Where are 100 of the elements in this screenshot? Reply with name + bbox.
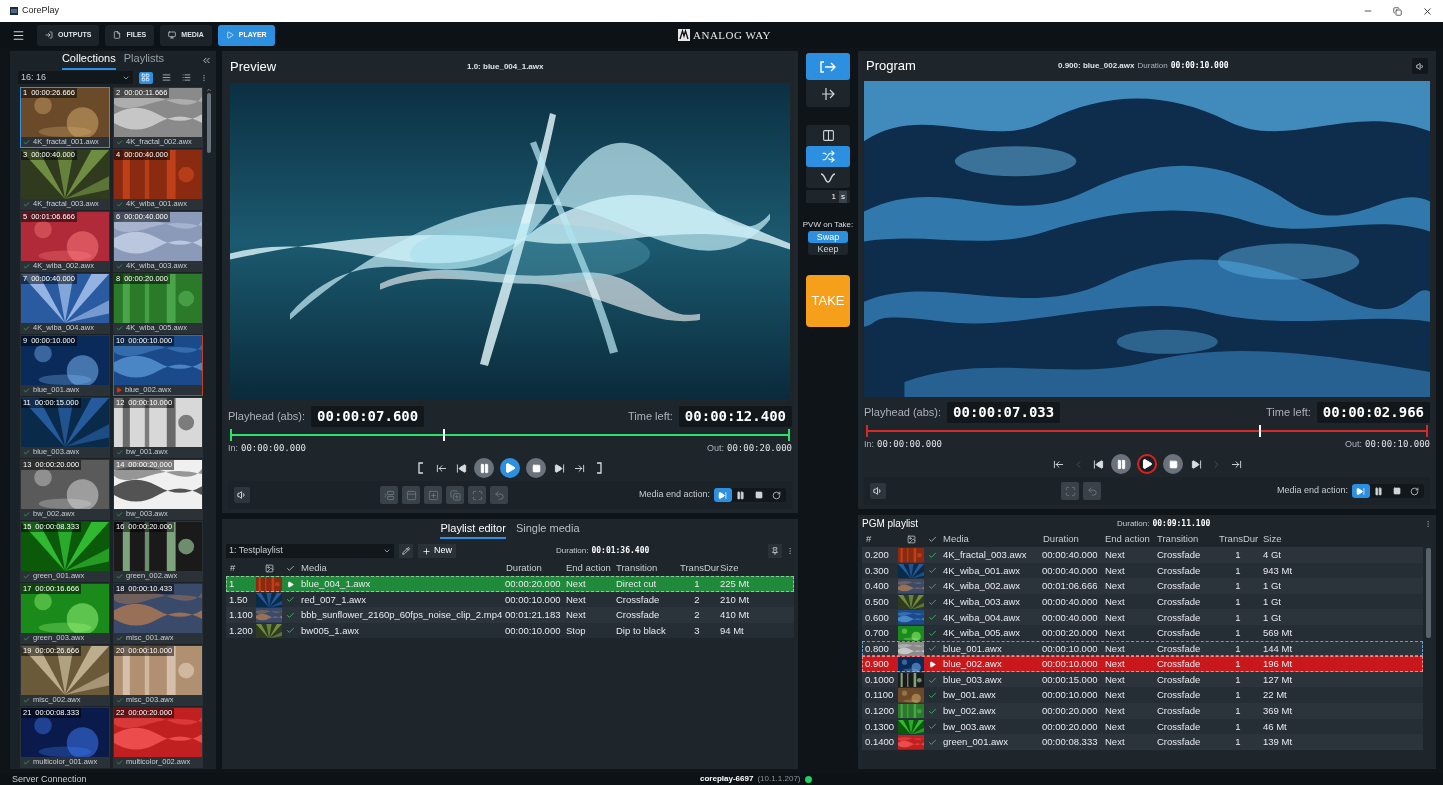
monitor-icon — [168, 31, 177, 39]
pause-icon — [736, 490, 746, 500]
table-cell-text: 00:00:20.000 — [1041, 626, 1099, 641]
column-header[interactable]: Media — [940, 532, 1040, 547]
column-header[interactable]: # — [862, 532, 898, 547]
duration-field[interactable]: 1 — [831, 190, 836, 203]
table-cell-text: 196 Mt — [1262, 657, 1294, 672]
library-tab[interactable]: Collections — [61, 51, 116, 70]
view-button[interactable] — [159, 71, 174, 84]
playlist-row[interactable]: 0.1400 green_001.awx 00:00:08.333 Next Crossfade 1 139 Mt — [862, 734, 1423, 750]
scroll-up-icon[interactable] — [206, 87, 212, 93]
timeline-track[interactable] — [230, 429, 790, 441]
playlist-row[interactable]: 0.200 4K_fractal_003.awx 00:00:40.000 Next Crossfade 1 4 Gt — [862, 547, 1423, 563]
table-cell-text: 4K_wiba_002.awx — [942, 579, 1022, 594]
view-button[interactable] — [138, 71, 154, 84]
playhead-handle[interactable] — [1258, 425, 1261, 437]
next-action-button[interactable] — [1352, 484, 1370, 498]
column-header[interactable]: Size — [1260, 532, 1423, 547]
table-cell-text: Next — [1104, 719, 1126, 734]
clip-name: 0.900: blue_002.awx — [1058, 60, 1135, 72]
play-button[interactable] — [500, 458, 520, 478]
column-header[interactable]: Duration — [1040, 532, 1102, 547]
playlist-row[interactable]: 0.1100 bw_001.awx 00:00:10.000 Next Crossfade 1 22 Mt — [862, 687, 1423, 703]
column-header[interactable]: End action — [563, 561, 613, 576]
table-cell-text: Crossfade — [615, 608, 661, 623]
more-icon[interactable] — [1424, 519, 1432, 528]
dip-curve-icon — [820, 171, 836, 184]
column-header[interactable]: Duration — [503, 561, 563, 576]
left-bracket-icon — [418, 462, 424, 474]
check-icon — [23, 758, 30, 766]
grid-icon — [141, 73, 151, 82]
pvw-option[interactable]: Keep — [808, 243, 848, 255]
volume-button[interactable] — [234, 487, 250, 503]
panel-title: Preview — [230, 58, 277, 77]
playlist-row[interactable]: 1 blue_004_1.awx 00:00:20.000 Next Direct cut 1 225 Mt — [226, 576, 794, 592]
table-cell-text: 0.1300 — [864, 719, 896, 734]
volume-button[interactable] — [870, 483, 886, 499]
column-header[interactable]: Transition — [1154, 532, 1216, 547]
table-cell-text: 00:00:40.000 — [1041, 548, 1099, 563]
table-cell-text: 0.300 — [864, 563, 890, 578]
next-action-button[interactable] — [714, 488, 732, 502]
playlist-row[interactable]: 0.1000 blue_003.awx 00:00:15.000 Next Crossfade 1 127 Mt — [862, 671, 1423, 688]
undo-icon — [493, 489, 505, 501]
stop-button[interactable] — [526, 458, 546, 478]
play-button[interactable] — [1137, 454, 1157, 474]
table-cell-text: Direct cut — [615, 577, 658, 592]
pause-button[interactable] — [474, 458, 494, 478]
time-left-label: Time left: — [628, 408, 673, 424]
editor-tab[interactable]: Playlist editor — [440, 519, 506, 539]
playlist-row[interactable]: 1.100 bbb_sunflower_2160p_60fps_noise_clip_2.mp4 00:01:21.183 Next Crossfade 2 410 Mt — [226, 607, 794, 623]
pause-button[interactable] — [1111, 454, 1131, 474]
image-icon — [906, 535, 916, 544]
close-icon[interactable] — [1422, 5, 1433, 17]
playlist-row[interactable]: 0.900 blue_002.awx 00:00:10.000 Next Crossfade 1 196 Mt — [862, 656, 1423, 672]
more-icon[interactable] — [200, 73, 208, 82]
playhead-time: 00:00:07.033 — [947, 401, 1061, 423]
table-cell-text: 943 Mt — [1262, 563, 1294, 578]
menu-icon[interactable] — [12, 28, 25, 42]
table-cell-text: Next — [1104, 672, 1126, 687]
pin-button[interactable] — [768, 544, 782, 558]
table-cell-text: 127 Mt — [1262, 672, 1294, 687]
panel-icon — [405, 489, 417, 501]
table-cell-text: 0.1400 — [864, 735, 896, 750]
playlist-select[interactable]: 1: Testplaylist — [226, 544, 394, 558]
playlist-row[interactable]: 0.400 4K_wiba_002.awx 00:01:06.666 Next Crossfade 1 1 Gt — [862, 578, 1423, 594]
panel-title: Program — [866, 57, 916, 76]
duration-label: Duration — [1137, 60, 1168, 72]
library-tab[interactable]: Playlists — [123, 51, 165, 70]
table-cell-text: 00:00:20.000 — [504, 577, 562, 592]
new-button[interactable]: New — [418, 544, 456, 558]
editor-tab[interactable]: Single media — [515, 519, 580, 539]
table-cell-text: 1 Gt — [1262, 594, 1282, 609]
timeline-track[interactable] — [866, 425, 1428, 437]
stop-button[interactable] — [1163, 454, 1183, 474]
column-header[interactable]: End action — [1102, 532, 1154, 547]
take-mode-button[interactable] — [806, 53, 850, 80]
playlist-row[interactable]: 0.600 4K_wiba_004.awx 00:00:40.000 Next Crossfade 1 1 Gt — [862, 609, 1423, 625]
logo-icon — [678, 29, 690, 42]
duration-value: 00:00:10.000 — [1170, 60, 1229, 72]
in-time: 00:00:00.000 — [241, 442, 307, 456]
edit-button[interactable] — [399, 544, 413, 558]
column-header[interactable]: Transition — [613, 561, 677, 576]
column-header[interactable]: TransDur — [677, 561, 717, 576]
column-header[interactable]: # — [226, 561, 256, 576]
more-icon[interactable] — [786, 547, 794, 555]
aspect-select[interactable]: 16: 16 — [18, 71, 133, 84]
restore-icon[interactable] — [1393, 6, 1402, 16]
detail-list-icon — [182, 73, 192, 82]
column-header[interactable]: Media — [298, 561, 503, 576]
table-cell-text: 1 — [1234, 594, 1242, 609]
play-icon — [928, 660, 936, 668]
volume-icon — [873, 486, 883, 496]
playhead-handle[interactable] — [443, 429, 446, 441]
table-cell-text: 2 — [693, 608, 701, 623]
file-icon — [113, 31, 122, 39]
audio-button[interactable] — [1412, 58, 1428, 74]
column-header[interactable]: TransDur — [1216, 532, 1260, 547]
table-cell-text: 00:00:10.000 — [1041, 688, 1099, 703]
table-cell-text: bw_001.awx — [942, 688, 997, 703]
table-cell-text: 225 Mt — [719, 577, 751, 592]
